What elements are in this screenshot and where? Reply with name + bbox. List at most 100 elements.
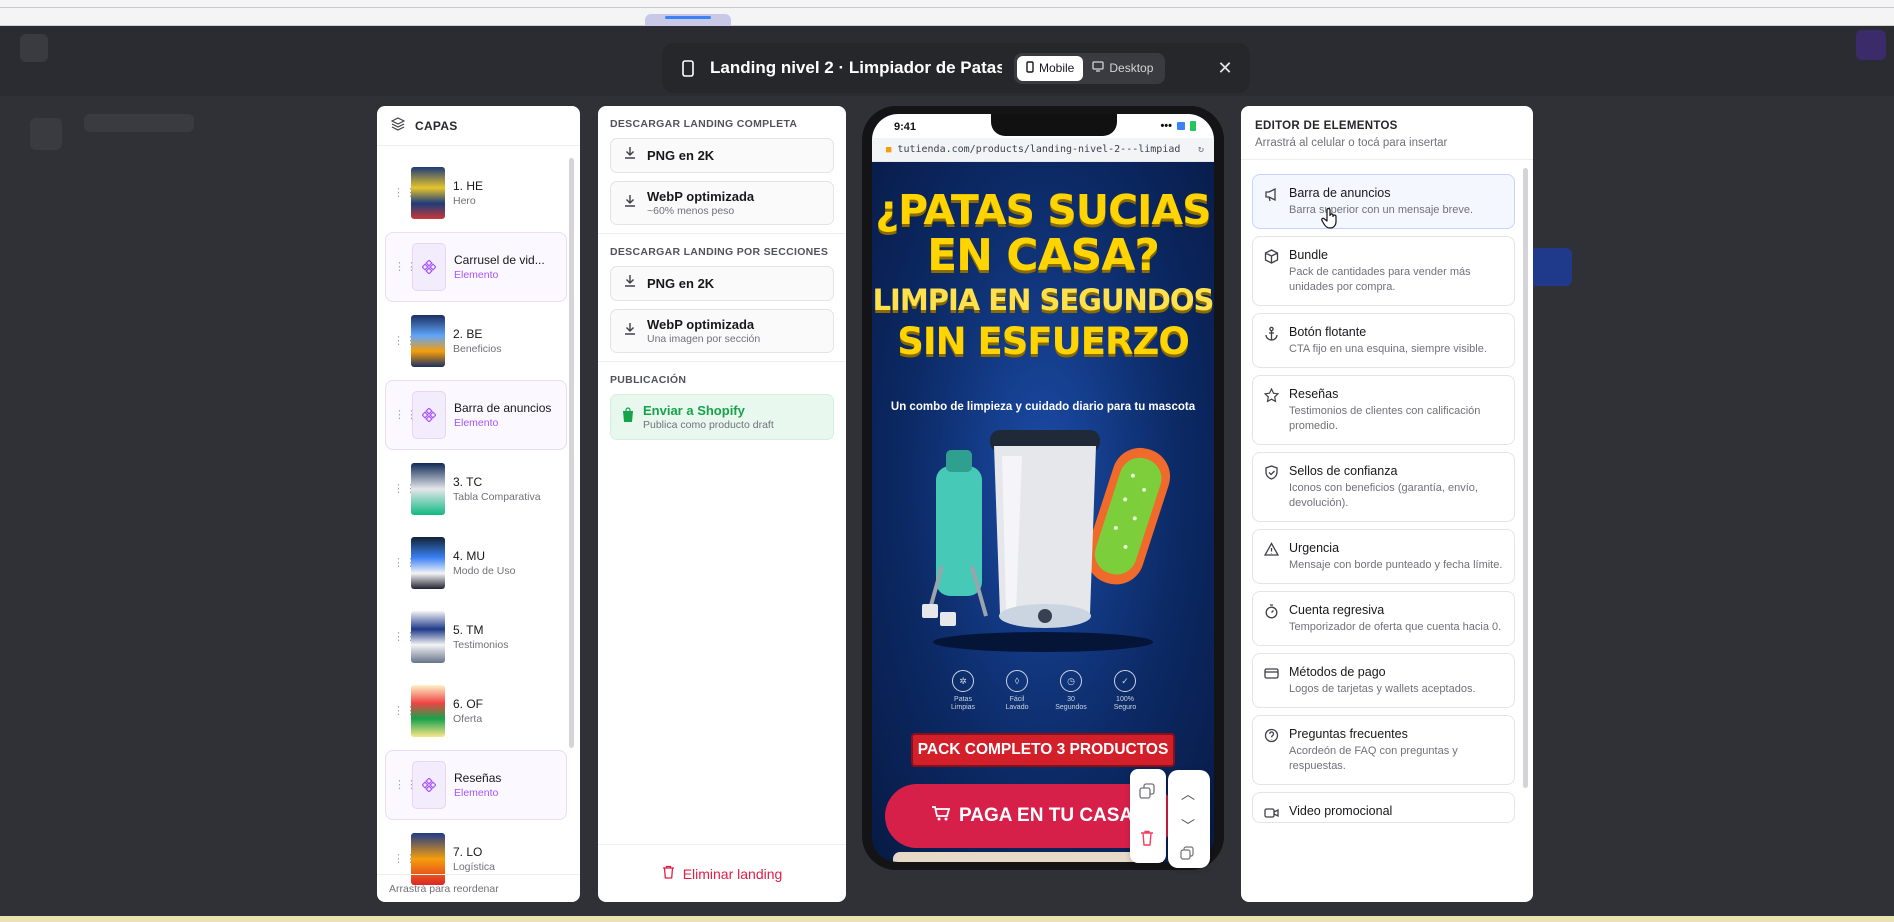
reload-icon: ↻ (1197, 144, 1204, 155)
download-sections-png-label: PNG en 2K (647, 276, 715, 291)
drag-handle-icon[interactable]: ⋮⋮ (393, 854, 416, 865)
background-profile (1856, 30, 1886, 60)
phone-notch (991, 114, 1117, 136)
layer-item[interactable]: ⋮⋮ Reseñas Elemento (385, 750, 567, 820)
feature-line2: Lavado (1005, 704, 1029, 711)
section-move-toolbar: ︿ ﹀ (1168, 770, 1210, 868)
delete-landing-label: Eliminar landing (682, 865, 783, 882)
editor-scrollbar[interactable] (1523, 168, 1528, 788)
hero-headline-line2: EN CASA? (927, 230, 1160, 281)
download-sections-png-button[interactable]: PNG en 2K (610, 266, 834, 301)
hero-headline-line3: LIMPIA EN SEGUNDOS (872, 283, 1214, 317)
layer-item[interactable]: ⋮⋮ 4. MU Modo de Uso (385, 528, 567, 598)
trash-icon[interactable] (1140, 830, 1154, 851)
element-title: Métodos de pago (1289, 665, 1386, 679)
box-icon (1264, 249, 1280, 265)
download-full-png-button[interactable]: PNG en 2K (610, 138, 834, 173)
layer-item[interactable]: ⋮⋮ Barra de anuncios Elemento (385, 380, 567, 450)
view-mobile-button[interactable]: Mobile (1017, 55, 1084, 81)
element-trust-seals[interactable]: Sellos de confianza Iconos con beneficio… (1252, 452, 1515, 522)
element-announcement-bar[interactable]: Barra de anuncios Barra superior con un … (1252, 174, 1515, 229)
layers-list: ⋮⋮ 1. HE Hero ⋮⋮ Carrusel de vid... Elemen… (385, 158, 567, 898)
phone-status-bar: 9:41 ••• (872, 114, 1214, 138)
layers-panel: CAPAS ⋮⋮ 1. HE Hero ⋮⋮ Carrusel de vid...… (377, 106, 580, 902)
layer-name: 3. TC (453, 475, 483, 489)
drag-handle-icon[interactable]: ⋮⋮ (393, 188, 416, 199)
divider (598, 233, 846, 234)
element-promo-video[interactable]: Video promocional (1252, 792, 1515, 823)
element-payment-methods[interactable]: Métodos de pago Logos de tarjetas y wall… (1252, 653, 1515, 708)
element-urgency[interactable]: Urgencia Mensaje con borde punteado y fe… (1252, 529, 1515, 584)
feature-item: ◊ Fácil Lavado (998, 670, 1036, 712)
shield-check-icon: ✓ (1114, 670, 1136, 692)
phone-preview[interactable]: 9:41 ••• ■ tutienda.com/products/landing… (862, 106, 1224, 870)
copy-icon[interactable] (1180, 846, 1194, 865)
element-title: Reseñas (1289, 387, 1339, 401)
section-actions-toolbar (1130, 769, 1166, 863)
layer-item[interactable]: ⋮⋮ 5. TM Testimonios (385, 602, 567, 672)
stopwatch-icon: ◷ (1060, 670, 1082, 692)
layers-scrollbar[interactable] (569, 158, 574, 748)
layer-name: 5. TM (453, 623, 484, 637)
chevron-up-icon[interactable]: ︿ (1181, 784, 1195, 804)
download-icon (623, 146, 637, 165)
download-full-webp-button[interactable]: WebP optimizada ~60% menos peso (610, 181, 834, 225)
layer-type: Elemento (454, 787, 499, 799)
element-title: Sellos de confianza (1289, 464, 1398, 478)
smartphone-icon (680, 59, 696, 77)
drag-handle-icon[interactable]: ⋮⋮ (393, 484, 416, 495)
editor-subheader: Arrastrá al celular o tocá para insertar (1241, 132, 1533, 160)
layer-item[interactable]: ⋮⋮ 2. BE Beneficios (385, 306, 567, 376)
element-faq[interactable]: Preguntas frecuentes Acordeón de FAQ con… (1252, 715, 1515, 785)
phone-url: tutienda.com/products/landing-nivel-2---… (897, 144, 1181, 155)
features-row: ✲ Patas Limpias ◊ Fácil Lavado ◷ 30 Segundos ✓… (944, 670, 1144, 712)
layer-item[interactable]: ⋮⋮ 6. OF Oferta (385, 676, 567, 746)
element-title: Urgencia (1289, 541, 1340, 555)
element-desc: CTA fijo en una esquina, siempre visible… (1289, 343, 1487, 355)
drag-handle-icon[interactable]: ⋮⋮ (393, 336, 416, 347)
cta-label: PAGA EN TU CASA (959, 805, 1134, 826)
close-icon[interactable]: ✕ (1214, 58, 1236, 79)
element-bundle[interactable]: Bundle Pack de cantidades para vender má… (1252, 236, 1515, 306)
element-title: Botón flotante (1289, 325, 1367, 339)
drag-handle-icon[interactable]: ⋮⋮ (393, 632, 416, 643)
download-sections-webp-button[interactable]: WebP optimizada Una imagen por sección (610, 309, 834, 353)
element-desc: Iconos con beneficios (garantía, envío, … (1289, 482, 1478, 509)
layer-name: Barra de anuncios (454, 401, 552, 415)
drag-handle-icon[interactable]: ⋮⋮ (393, 706, 416, 717)
layer-item[interactable]: ⋮⋮ Carrusel de vid... Elemento (385, 232, 567, 302)
landing-title: Landing nivel 2 · Limpiador de Patas ... (710, 58, 1002, 77)
element-desc: Logos de tarjetas y wallets aceptados. (1289, 683, 1476, 695)
chevron-down-icon[interactable]: ﹀ (1181, 816, 1195, 836)
download-icon (623, 322, 637, 341)
duplicate-icon[interactable] (1139, 783, 1155, 804)
element-title: Video promocional (1289, 804, 1393, 818)
element-title: Bundle (1289, 248, 1328, 262)
background-avatar (30, 118, 62, 150)
element-reviews[interactable]: Reseñas Testimonios de clientes con cali… (1252, 375, 1515, 445)
element-title: Cuenta regresiva (1289, 603, 1385, 617)
feature-line1: Fácil (1009, 696, 1025, 703)
element-floating-button[interactable]: Botón flotante CTA fijo en una esquina, … (1252, 313, 1515, 368)
drag-handle-icon[interactable]: ⋮⋮ (394, 262, 417, 273)
layer-item[interactable]: ⋮⋮ 1. HE Hero (385, 158, 567, 228)
drag-handle-icon[interactable]: ⋮⋮ (394, 780, 417, 791)
delete-landing-button[interactable]: Eliminar landing (598, 844, 846, 902)
timer-icon (1264, 604, 1280, 620)
hero-subheadline: Un combo de limpieza y cuidado diario pa… (890, 401, 1196, 413)
signal-icon: ••• (1160, 120, 1172, 132)
hero-headline-line1: ¿PATAS SUCIAS (875, 186, 1211, 234)
status-indicators: ••• (1160, 120, 1196, 132)
layer-item[interactable]: ⋮⋮ 3. TC Tabla Comparativa (385, 454, 567, 524)
view-mobile-label: Mobile (1039, 61, 1075, 75)
drag-handle-icon[interactable]: ⋮⋮ (394, 410, 417, 421)
drag-handle-icon[interactable]: ⋮⋮ (393, 558, 416, 569)
status-time: 9:41 (894, 121, 917, 133)
star-icon (1263, 387, 1280, 404)
element-countdown[interactable]: Cuenta regresiva Temporizador de oferta … (1252, 591, 1515, 646)
shopify-icon (621, 406, 635, 428)
view-desktop-button[interactable]: Desktop (1083, 56, 1162, 81)
background-bottom-bar (0, 916, 1894, 922)
send-to-shopify-button[interactable]: Enviar a Shopify Publica como producto dr… (610, 394, 834, 440)
layer-name: 7. LO (453, 845, 483, 859)
